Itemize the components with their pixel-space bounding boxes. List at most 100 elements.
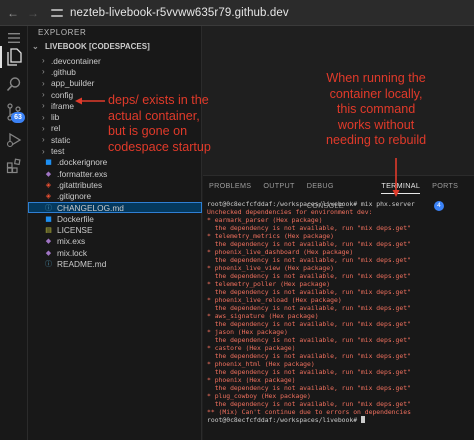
tree-file[interactable]: ◆ mix.exs	[28, 236, 202, 247]
menu-icon[interactable]	[4, 28, 24, 48]
workspace-label: LIVEBOOK [CODESPACES]	[45, 42, 150, 51]
tree-folder[interactable]: › app_builder	[28, 78, 202, 89]
file-label: .gitattributes	[57, 179, 103, 190]
folder-label: lib	[51, 112, 60, 123]
terminal-line: the dependency is not available, run "mi…	[207, 224, 411, 232]
tree-file[interactable]: ◆ mix.lock	[28, 247, 202, 258]
file-tree: › .devcontainer › .github › app_builder › confi…	[28, 55, 202, 270]
terminal-output[interactable]: root@0c8ecfcfddaf:/workspaces/livebook# …	[207, 200, 473, 424]
chevron-right-icon: ›	[42, 146, 45, 156]
folder-label: .devcontainer	[51, 55, 101, 66]
chevron-right-icon: ›	[42, 90, 45, 100]
tree-file[interactable]: ⓘ CHANGELOG.md	[28, 201, 202, 214]
folder-label: iframe	[51, 100, 75, 111]
annotation-line: this command	[336, 102, 416, 116]
explorer-sidebar: EXPLORER ⌄ LIVEBOOK [CODESPACES] › .devco…	[28, 26, 202, 440]
tree-folder[interactable]: › .github	[28, 66, 202, 77]
terminal-line: ** (Mix) Can't continue due to errors on…	[207, 408, 411, 416]
address-bar[interactable]: nezteb-livebook-r5vvww635r79.github.dev	[50, 6, 289, 20]
activity-bar: 63	[0, 26, 28, 440]
terminal-line: the dependency is not available, run "mi…	[207, 384, 411, 392]
file-label: .gitignore	[57, 191, 92, 202]
file-label: README.md	[57, 258, 107, 269]
file-label: Dockerfile	[57, 213, 94, 224]
terminal-line: the dependency is not available, run "mi…	[207, 352, 411, 360]
chevron-right-icon: ›	[42, 101, 45, 111]
terminal-line: * phoenix_live_reload (Hex package)	[207, 296, 342, 304]
panel-tabs: PROBLEMS OUTPUT DEBUG CONSOLE TERMINAL PORTS…	[203, 176, 474, 212]
tree-file[interactable]: ■ Dockerfile	[28, 213, 202, 224]
folder-label: .github	[51, 66, 76, 77]
license-icon: ▤	[45, 226, 52, 235]
chevron-right-icon: ›	[42, 123, 45, 133]
tab-label: PORTS	[432, 181, 459, 190]
tree-file[interactable]: ■ .dockerignore	[28, 157, 202, 168]
tune-icon[interactable]	[50, 6, 64, 20]
tree-folder[interactable]: › .devcontainer	[28, 55, 202, 66]
file-label: mix.exs	[57, 236, 86, 247]
terminal-prompt-line: root@0c8ecfcfddaf:/workspaces/livebook# …	[207, 200, 415, 208]
search-icon[interactable]	[4, 74, 24, 94]
annotation-right: When running the container locally, this c…	[326, 71, 426, 149]
annotation-line: When running the	[326, 71, 426, 85]
terminal-line: the dependency is not available, run "mi…	[207, 288, 411, 296]
terminal-line: * jason (Hex package)	[207, 328, 288, 336]
terminal-line: the dependency is not available, run "mi…	[207, 368, 411, 376]
tab-debug-console[interactable]: DEBUG CONSOLE	[301, 176, 376, 210]
terminal-line: the dependency is not available, run "mi…	[207, 400, 411, 408]
file-label: CHANGELOG.md	[57, 202, 124, 213]
folder-label: rel	[51, 123, 61, 134]
terminal-line: the dependency is not available, run "mi…	[207, 320, 411, 328]
folder-label: config	[51, 89, 74, 100]
file-label: mix.lock	[57, 247, 87, 258]
chevron-down-icon: ⌄	[32, 42, 39, 51]
terminal-prompt-text: root@0c8ecfcfddaf:/workspaces/livebook#	[207, 416, 361, 424]
annotation-line: codespace startup	[108, 139, 211, 154]
tab-label: TERMINAL	[381, 181, 421, 190]
tree-file[interactable]: ◈ .gitignore	[28, 191, 202, 202]
tab-problems[interactable]: PROBLEMS	[203, 176, 257, 196]
tree-file[interactable]: ⓘ README.md	[28, 258, 202, 269]
tree-file[interactable]: ▤ LICENSE	[28, 224, 202, 235]
annotation-line: deps/ exists in the	[108, 93, 209, 107]
workspace-header[interactable]: ⌄ LIVEBOOK [CODESPACES]	[28, 40, 202, 53]
elixir-file-icon: ◆	[45, 169, 52, 178]
tab-output[interactable]: OUTPUT	[257, 176, 300, 196]
browser-bar: ← → nezteb-livebook-r5vvww635r79.github.…	[0, 0, 474, 26]
tab-label: OUTPUT	[263, 181, 295, 190]
file-label: .formatter.exs	[57, 168, 108, 179]
terminal-line: * phoenix_html (Hex package)	[207, 360, 315, 368]
terminal-line: * phoenix_live_view (Hex package)	[207, 264, 334, 272]
url-text[interactable]: nezteb-livebook-r5vvww635r79.github.dev	[70, 7, 289, 19]
tree-file[interactable]: ◆ .formatter.exs	[28, 168, 202, 179]
file-label: .dockerignore	[57, 157, 108, 168]
chevron-right-icon: ›	[42, 56, 45, 66]
terminal-line: the dependency is not available, run "mi…	[207, 304, 411, 312]
extensions-icon[interactable]	[4, 156, 24, 176]
docker-icon: ■	[45, 214, 52, 223]
terminal-final-prompt: root@0c8ecfcfddaf:/workspaces/livebook#	[207, 416, 473, 424]
bottom-panel: PROBLEMS OUTPUT DEBUG CONSOLE TERMINAL PORTS…	[203, 175, 474, 440]
tree-file[interactable]: ◈ .gitattributes	[28, 179, 202, 190]
folder-label: static	[51, 134, 71, 145]
tab-ports[interactable]: PORTS4	[426, 176, 474, 212]
back-arrow-icon[interactable]: ←	[6, 6, 20, 20]
run-debug-icon[interactable]	[4, 130, 24, 150]
terminal-line: * telemetry_metrics (Hex package)	[207, 232, 334, 240]
terminal-line: * telemetry_poller (Hex package)	[207, 280, 331, 288]
annotation-line: actual container,	[108, 108, 200, 123]
terminal-line: the dependency is not available, run "mi…	[207, 336, 411, 344]
terminal-line: * castore (Hex package)	[207, 344, 296, 352]
terminal-line: the dependency is not available, run "mi…	[207, 240, 411, 248]
folder-label: test	[51, 146, 65, 157]
terminal-line: * earmark_parser (Hex package)	[207, 216, 323, 224]
tab-terminal[interactable]: TERMINAL	[375, 176, 426, 196]
elixir-file-icon: ◆	[45, 248, 52, 257]
forward-arrow-icon[interactable]: →	[26, 6, 40, 20]
annotation-left: deps/ exists in the actual container, but …	[108, 93, 211, 155]
terminal-cursor	[360, 416, 365, 423]
chevron-right-icon: ›	[42, 78, 45, 88]
git-icon: ◈	[45, 180, 52, 189]
files-icon[interactable]	[4, 47, 24, 67]
chevron-right-icon: ›	[42, 67, 45, 77]
